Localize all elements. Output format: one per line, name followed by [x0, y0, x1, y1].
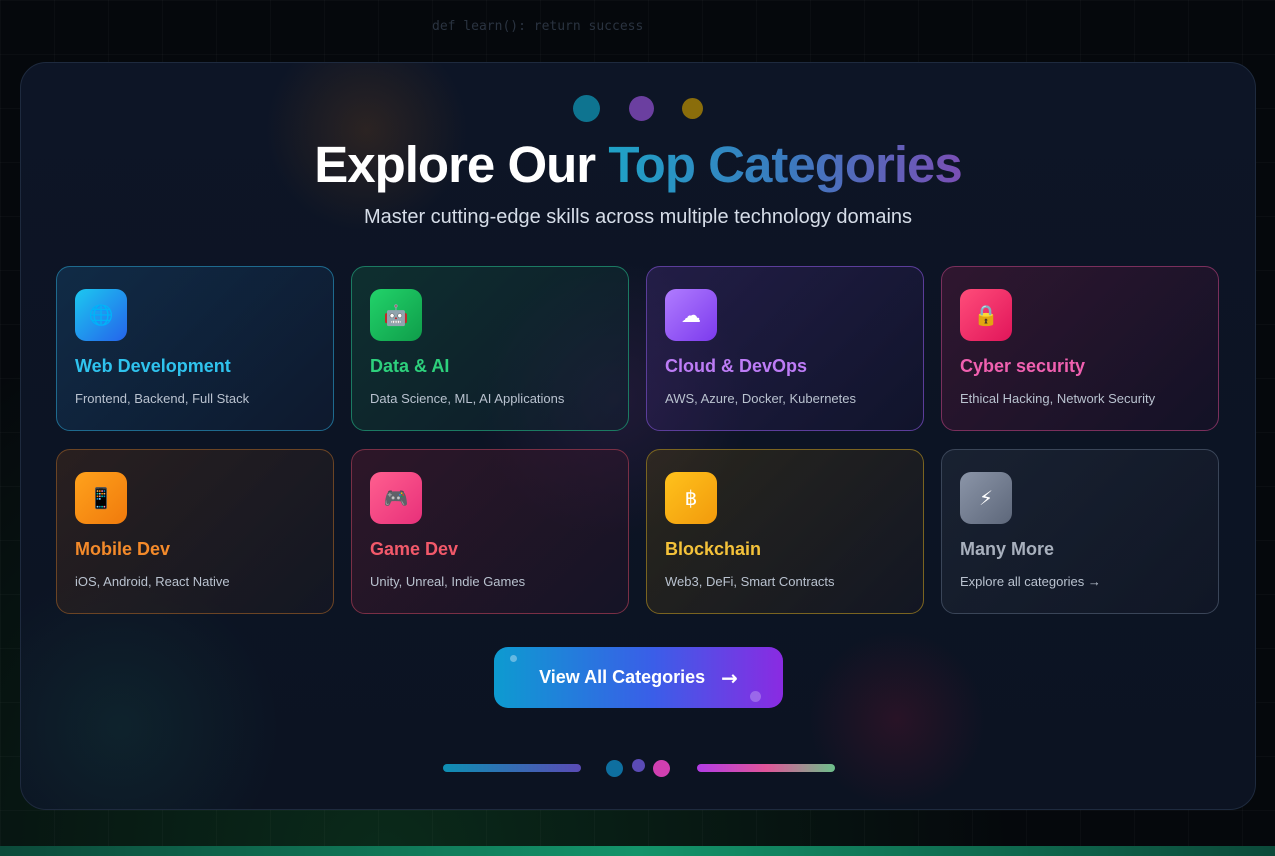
category-description: Frontend, Backend, Full Stack: [75, 391, 250, 406]
page: def learn(): return success Explore Our …: [0, 0, 1275, 856]
lock-icon: 🔒: [960, 289, 1012, 341]
category-card-many-more[interactable]: ⚡ Many More Explore all categories →: [941, 449, 1219, 614]
categories-panel: Explore Our Top Categories Master cuttin…: [20, 62, 1256, 810]
footer-decoration: [21, 757, 1255, 781]
decor-bar-left: [443, 764, 581, 772]
category-card-blockchain[interactable]: ฿ Blockchain Web3, DeFi, Smart Contracts: [646, 449, 924, 614]
globe-icon: 🌐: [75, 289, 127, 341]
category-card-web-development[interactable]: 🌐 Web Development Frontend, Backend, Ful…: [56, 266, 334, 431]
category-name: Mobile Dev: [75, 539, 171, 559]
category-grid: 🌐 Web Development Frontend, Backend, Ful…: [56, 266, 1219, 614]
game-controller-icon: 🎮: [370, 472, 422, 524]
lightning-icon: ⚡: [960, 472, 1012, 524]
decor-dot-purple: [629, 96, 654, 121]
category-description: iOS, Android, React Native: [75, 574, 230, 589]
category-description: Web3, DeFi, Smart Contracts: [665, 574, 835, 589]
explore-all-link[interactable]: Explore all categories →: [960, 574, 1200, 589]
page-subtitle: Master cutting-edge skills across multip…: [363, 206, 913, 228]
category-description: Unity, Unreal, Indie Games: [370, 574, 526, 589]
decorative-dots: [21, 95, 1255, 125]
category-description: Ethical Hacking, Network Security: [960, 391, 1156, 406]
category-name: Game Dev: [370, 539, 459, 559]
category-name: Cloud & DevOps: [665, 356, 808, 376]
category-card-cloud-devops[interactable]: ☁ Cloud & DevOps AWS, Azure, Docker, Kub…: [646, 266, 924, 431]
view-all-categories-button[interactable]: View All Categories →: [494, 647, 783, 708]
decor-dot-pink: [653, 760, 670, 777]
category-description: Data Science, ML, AI Applications: [370, 391, 565, 406]
category-card-data-ai[interactable]: 🤖 Data & AI Data Science, ML, AI Applica…: [351, 266, 629, 431]
category-description: AWS, Azure, Docker, Kubernetes: [665, 391, 856, 406]
robot-icon: 🤖: [370, 289, 422, 341]
category-name: Web Development: [75, 356, 231, 376]
decor-dot-cyan: [573, 95, 600, 122]
title-plain: Explore Our: [314, 136, 609, 193]
category-card-game-dev[interactable]: 🎮 Game Dev Unity, Unreal, Indie Games: [351, 449, 629, 614]
page-title: Explore Our Top Categories: [21, 135, 1255, 194]
bitcoin-icon: ฿: [665, 472, 717, 524]
button-bubble-decor: [750, 691, 761, 702]
category-name: Many More: [960, 539, 1055, 559]
decor-dot-gold: [682, 98, 703, 119]
button-bubble-decor: [510, 655, 517, 662]
decor-dot-violet: [632, 759, 645, 772]
category-name: Cyber security: [960, 356, 1086, 376]
category-name: Blockchain: [665, 539, 762, 559]
category-card-cyber-security[interactable]: 🔒 Cyber security Ethical Hacking, Networ…: [941, 266, 1219, 431]
category-card-mobile-dev[interactable]: 📱 Mobile Dev iOS, Android, React Native: [56, 449, 334, 614]
mobile-phone-icon: 📱: [75, 472, 127, 524]
title-highlight: Top Categories: [608, 136, 962, 193]
category-name: Data & AI: [370, 356, 450, 376]
decor-dot-blue: [606, 760, 623, 777]
decor-bar-right: [697, 764, 835, 772]
bottom-accent-bar: [0, 846, 1275, 856]
arrow-right-icon: →: [721, 665, 738, 690]
button-label: View All Categories: [539, 667, 706, 687]
cloud-icon: ☁: [665, 289, 717, 341]
background-code-snippet: def learn(): return success: [432, 19, 644, 34]
